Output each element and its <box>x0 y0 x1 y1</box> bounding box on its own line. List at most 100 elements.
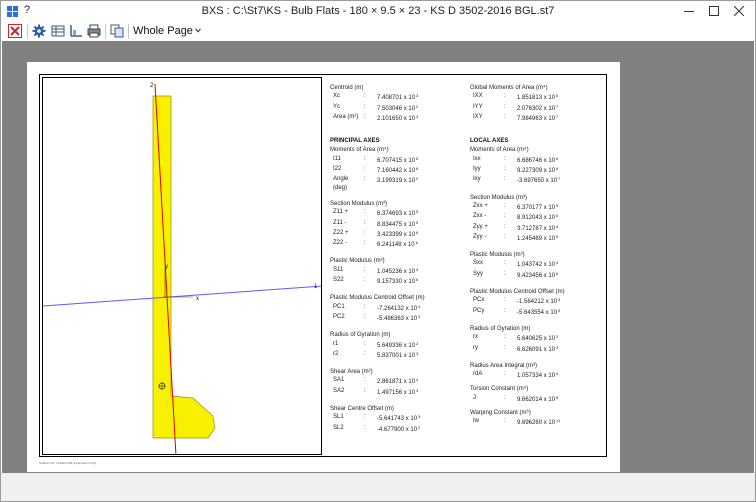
separator-colon: : <box>504 213 506 220</box>
property-value: 7.503046 x 102 <box>377 103 418 113</box>
times-ten: x 10 <box>542 168 556 175</box>
property-value: -3.697650 x 107 <box>517 175 560 185</box>
separator-colon: : <box>364 155 366 162</box>
property-mantissa: 7.503046 <box>377 105 403 112</box>
property-exponent: 8 <box>416 166 419 172</box>
property-row: Area (m²): 2.101650 x 103 <box>330 113 425 123</box>
property-mantissa: 3.712787 <box>517 225 543 232</box>
property-row: I22: 7.160442 x 108 <box>330 165 425 175</box>
property-value: 9.157330 x 106 <box>377 276 418 286</box>
separator-colon: : <box>504 233 506 240</box>
property-mantissa: 2.076302 <box>517 105 543 112</box>
times-ten: x 10 <box>402 231 416 238</box>
property-mantissa: 7.160442 <box>377 168 403 175</box>
property-label: Ixx <box>473 155 481 162</box>
property-row: IXX: 1.851813 x 105 <box>470 92 565 102</box>
property-group-title: Radius of Gyration (m) <box>470 325 531 332</box>
property-label: Zyy - <box>473 233 487 240</box>
axes-icon[interactable] <box>68 23 84 39</box>
property-group-title: Torsion Constant (m⁴) <box>470 386 529 393</box>
separator-colon: : <box>504 155 506 162</box>
title-bar[interactable]: ? BXS : C:\St7\KS - Bulb Flats - 180 × 9… <box>1 1 755 21</box>
gear-icon[interactable] <box>31 23 47 39</box>
separator-colon: : <box>364 176 366 183</box>
property-value: 1.245469 x 105 <box>517 233 558 243</box>
property-mantissa: 1.057334 <box>517 373 543 380</box>
property-mantissa: 8.912043 <box>517 215 543 222</box>
property-label: PC2 <box>333 313 345 320</box>
property-row: SA1: 2.861871 x 104 <box>330 376 425 386</box>
property-value: -5.486363 x 103 <box>377 313 420 323</box>
property-exponent: 5 <box>556 93 559 99</box>
times-ten: x 10 <box>542 272 556 279</box>
property-label: rx <box>473 334 478 341</box>
separator-colon: : <box>504 113 506 120</box>
property-row: IYY: 2.076302 x 107 <box>470 103 565 113</box>
property-mantissa: 7.984963 <box>517 115 543 122</box>
property-row: Xc: 7.408701 x 103 <box>330 92 425 102</box>
close-button[interactable] <box>727 3 751 19</box>
times-ten: x 10 <box>402 379 416 386</box>
separator-colon: : <box>364 93 366 100</box>
property-exponent: 3 <box>416 113 419 119</box>
property-value: 6.374693 x 105 <box>377 208 418 218</box>
property-label: S22 <box>333 277 344 284</box>
property-value: -7.264132 x 104 <box>377 303 420 313</box>
maximize-button[interactable] <box>702 3 726 19</box>
property-mantissa: 6.686746 <box>517 157 543 164</box>
times-ten: x 10 <box>542 157 556 164</box>
times-ten: x 10 <box>404 416 418 423</box>
separator-colon: : <box>364 313 366 320</box>
property-row: Ixy: -3.697650 x 107 <box>470 175 565 185</box>
separator-colon: : <box>504 260 506 267</box>
property-label: Ixy <box>473 176 481 183</box>
separator-colon: : <box>364 219 366 226</box>
property-exponent: 7 <box>558 176 561 182</box>
property-exponent: 5 <box>556 202 559 208</box>
property-row: SL1: -5.641743 x 103 <box>330 413 425 423</box>
times-ten: x 10 <box>542 95 556 102</box>
property-value: 6.707415 x 106 <box>377 155 418 165</box>
property-value: 5.640625 x 102 <box>517 333 558 343</box>
property-mantissa: -7.264132 <box>377 305 405 312</box>
property-label: Sxx <box>473 260 484 267</box>
times-ten: x 10 <box>544 299 558 306</box>
copy-icon[interactable] <box>109 23 125 39</box>
property-row: S11: 1.045236 x 104 <box>330 266 425 276</box>
property-exponent: 7 <box>556 113 559 119</box>
page-footer: Strand7 Pro v3 Build 128 [Licensed to N/… <box>39 461 97 465</box>
separator-colon: : <box>504 166 506 173</box>
property-value: 2.101650 x 103 <box>377 113 418 123</box>
axis-2-label: 2 <box>150 83 154 89</box>
property-mantissa: 9.423456 <box>517 272 543 279</box>
property-mantissa: -3.697650 <box>517 178 545 185</box>
print-icon[interactable] <box>86 23 102 39</box>
property-group-title: Radius Area Integral (m³) <box>470 362 538 369</box>
property-exponent: 6 <box>556 270 559 276</box>
separator-colon: : <box>364 377 366 384</box>
separator-colon: : <box>504 297 506 304</box>
minimize-button[interactable] <box>677 3 701 19</box>
property-group-title: Section Modulus (m³) <box>330 200 388 207</box>
property-group-title: Plastic Modulus Centroid Offset (m) <box>330 295 425 302</box>
separator-colon: : <box>504 334 506 341</box>
separator-colon: : <box>504 103 506 110</box>
property-group: Plastic Modulus Centroid Offset (m) PC1: -… <box>330 294 425 323</box>
table-icon[interactable] <box>50 23 66 39</box>
property-row: Syy: 9.423456 x 106 <box>470 270 565 280</box>
separator-colon: : <box>364 424 366 431</box>
window: ? BXS : C:\St7\KS - Bulb Flats - 180 × 9… <box>0 0 756 502</box>
times-ten: x 10 <box>402 279 416 286</box>
property-row: Zyy -: 1.245469 x 105 <box>470 233 565 243</box>
property-value: 6.241148 x 106 <box>377 239 418 249</box>
times-ten: x 10 <box>402 178 416 185</box>
times-ten: x 10 <box>542 396 556 403</box>
zoom-dropdown[interactable]: Whole Page <box>133 25 201 37</box>
times-ten: x 10 <box>542 346 556 353</box>
property-exponent: 3 <box>558 307 561 313</box>
property-row: J: 9.662014 x 108 <box>470 394 565 404</box>
times-ten: x 10 <box>402 95 416 102</box>
separator-colon: : <box>364 229 366 236</box>
property-mantissa: 8.834475 <box>377 221 403 228</box>
close-red-icon[interactable] <box>7 23 23 39</box>
